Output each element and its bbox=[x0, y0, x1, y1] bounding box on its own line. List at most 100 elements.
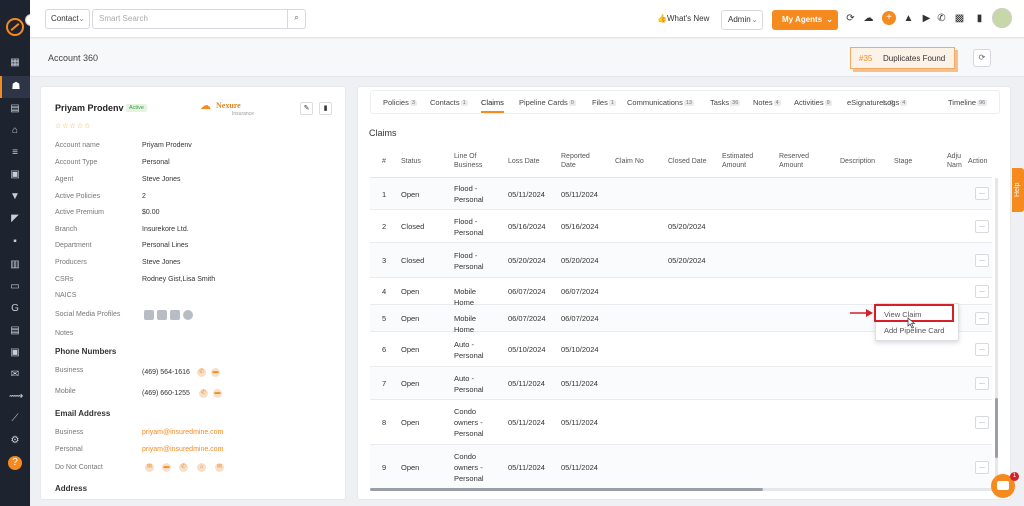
tab-contacts[interactable]: Contacts 1 bbox=[430, 98, 468, 107]
horizontal-scroll-thumb[interactable] bbox=[370, 488, 763, 491]
horizontal-scrollbar[interactable] bbox=[370, 488, 992, 491]
tab-claims[interactable]: Claims bbox=[481, 98, 504, 113]
cell-loss-date: 06/07/2024 bbox=[508, 287, 546, 296]
phone-icon[interactable]: ✆ bbox=[936, 13, 947, 24]
help-tab[interactable]: Help bbox=[1012, 168, 1024, 212]
col-header-reserved[interactable]: Reserved Amount bbox=[779, 152, 819, 170]
col-header-claim-no[interactable]: Claim No bbox=[615, 157, 644, 166]
settings-icon[interactable]: ⚙ bbox=[9, 436, 21, 446]
analytics-icon[interactable]: ⟋ bbox=[9, 414, 21, 424]
email-link[interactable]: priyam@insuredmine.com bbox=[142, 429, 223, 436]
tab-communications[interactable]: Communications 13 bbox=[627, 98, 694, 107]
dnc-email-icon[interactable]: ✉ bbox=[145, 463, 154, 472]
edit-icon[interactable]: ✎ bbox=[300, 102, 313, 115]
search-icon[interactable]: ⌕ bbox=[287, 9, 305, 29]
list-icon[interactable]: ≡ bbox=[9, 148, 21, 158]
linkedin-icon[interactable] bbox=[144, 310, 154, 320]
bell-icon[interactable]: ▲ bbox=[903, 13, 914, 24]
dnc-letter-icon[interactable]: ✉ bbox=[215, 463, 224, 472]
policies-icon[interactable]: ▤ bbox=[9, 104, 21, 114]
calendar-icon[interactable]: ▣ bbox=[9, 170, 21, 180]
carriers-icon[interactable]: ⌂ bbox=[9, 126, 21, 136]
row-actions-button[interactable]: ... bbox=[975, 342, 989, 356]
tab-logs[interactable]: Logs 4 bbox=[883, 98, 908, 107]
col-header-loss-date[interactable]: Loss Date bbox=[508, 157, 540, 166]
dnc-sms-icon[interactable]: ▬ bbox=[162, 463, 171, 472]
row-actions-button[interactable]: ... bbox=[975, 311, 989, 325]
rating-stars[interactable]: ☆☆☆☆☆ bbox=[55, 122, 91, 130]
vertical-scroll-thumb[interactable] bbox=[995, 398, 998, 458]
sms-icon[interactable]: ▬ bbox=[213, 389, 222, 398]
my-agents-button[interactable]: My Agents ⌄ bbox=[772, 10, 838, 30]
col-header-estimated[interactable]: Estimated Amount bbox=[722, 152, 762, 170]
duplicates-count: #35 bbox=[859, 54, 873, 63]
add-icon[interactable]: + bbox=[882, 11, 896, 25]
tab-tasks[interactable]: Tasks 36 bbox=[710, 98, 741, 107]
email-link[interactable]: priyam@insuredmine.com bbox=[142, 446, 223, 453]
facebook-icon[interactable] bbox=[157, 310, 167, 320]
row-actions-button[interactable]: ... bbox=[975, 415, 989, 429]
tab-notes[interactable]: Notes 4 bbox=[753, 98, 781, 107]
help-circle-icon[interactable]: ? bbox=[8, 456, 22, 470]
tab-policies[interactable]: Policies 3 bbox=[383, 98, 417, 107]
whats-new-link[interactable]: 👍What's New bbox=[657, 14, 709, 23]
cloud-icon[interactable]: ☁ bbox=[863, 13, 874, 24]
col-header-lob[interactable]: Line Of Business bbox=[454, 152, 494, 170]
sms-icon[interactable]: ▬ bbox=[211, 368, 220, 377]
mobile-icon[interactable]: ▮ bbox=[974, 13, 985, 24]
col-header-description[interactable]: Description bbox=[840, 157, 875, 166]
cell-lob: Flood - Personal bbox=[454, 250, 484, 271]
accounts-icon[interactable]: ☗ bbox=[0, 76, 30, 98]
document-icon[interactable]: ▪ bbox=[9, 237, 21, 247]
row-actions-button[interactable]: ... bbox=[975, 460, 989, 474]
col-header-reported-date[interactable]: Reported Date bbox=[561, 152, 601, 170]
page-title: Account 360 bbox=[48, 53, 99, 63]
tab-files[interactable]: Files 1 bbox=[592, 98, 616, 107]
col-header-stage[interactable]: Stage bbox=[894, 157, 912, 166]
folder-icon[interactable]: ▭ bbox=[9, 282, 21, 292]
delete-icon[interactable]: ▮ bbox=[319, 102, 332, 115]
tab-label: Contacts bbox=[430, 98, 460, 107]
call-icon[interactable]: ✆ bbox=[199, 389, 208, 398]
campaign-icon[interactable]: ◤ bbox=[9, 214, 21, 224]
duplicates-found-button[interactable]: #35 Duplicates Found bbox=[850, 47, 955, 69]
phone-value[interactable]: (469) 564-1616 bbox=[142, 369, 190, 376]
row-actions-button[interactable]: ... bbox=[975, 253, 989, 267]
row-actions-button[interactable]: ... bbox=[975, 284, 989, 298]
search-input[interactable]: Smart Search ⌕ bbox=[92, 9, 306, 29]
cell-num: 8 bbox=[382, 418, 387, 427]
dnc-mail-icon[interactable]: ⌂ bbox=[197, 463, 206, 472]
dashboard-icon[interactable]: ▦ bbox=[9, 58, 21, 68]
twitter-icon[interactable] bbox=[170, 310, 180, 320]
row-actions-button[interactable]: ... bbox=[975, 187, 989, 200]
col-header-adjuster[interactable]: Adju Nam bbox=[947, 152, 967, 170]
google-icon[interactable]: G bbox=[9, 304, 21, 314]
col-header-closed-date[interactable]: Closed Date bbox=[668, 157, 707, 166]
app-logo[interactable] bbox=[6, 18, 24, 36]
reports-icon[interactable]: ▥ bbox=[9, 260, 21, 270]
col-header-status[interactable]: Status bbox=[401, 157, 421, 166]
video-icon[interactable]: ▶ bbox=[921, 13, 932, 24]
tab-pipeline-cards[interactable]: Pipeline Cards 0 bbox=[519, 98, 576, 107]
globe-icon[interactable] bbox=[183, 310, 193, 320]
vertical-scrollbar[interactable] bbox=[995, 178, 998, 490]
refresh-icon[interactable]: ⟳ bbox=[845, 13, 856, 24]
phone-value[interactable]: (469) 660-1255 bbox=[142, 390, 190, 397]
row-actions-button[interactable]: ... bbox=[975, 219, 989, 233]
forms-icon[interactable]: ▤ bbox=[9, 326, 21, 336]
pipeline-icon[interactable]: ⟿ bbox=[9, 392, 23, 402]
chip-icon[interactable]: ▩ bbox=[954, 13, 965, 24]
role-select[interactable]: Admin ⌄ bbox=[721, 10, 763, 30]
row-actions-button[interactable]: ... bbox=[975, 376, 989, 390]
dnc-call-icon[interactable]: ✆ bbox=[179, 463, 188, 472]
entity-select[interactable]: Contact ⌄ bbox=[45, 9, 90, 29]
calendar-2-icon[interactable]: ▣ bbox=[9, 348, 21, 358]
refresh-page-icon[interactable]: ⟳ bbox=[973, 49, 991, 67]
filter-icon[interactable]: ▼ bbox=[9, 192, 21, 202]
inbox-icon[interactable]: ✉ bbox=[9, 370, 21, 380]
field-value: 2 bbox=[142, 193, 146, 200]
tab-activities[interactable]: Activities 9 bbox=[794, 98, 832, 107]
tab-timeline[interactable]: Timeline 96 bbox=[948, 98, 988, 107]
avatar[interactable] bbox=[992, 8, 1012, 28]
call-icon[interactable]: ✆ bbox=[197, 368, 206, 377]
